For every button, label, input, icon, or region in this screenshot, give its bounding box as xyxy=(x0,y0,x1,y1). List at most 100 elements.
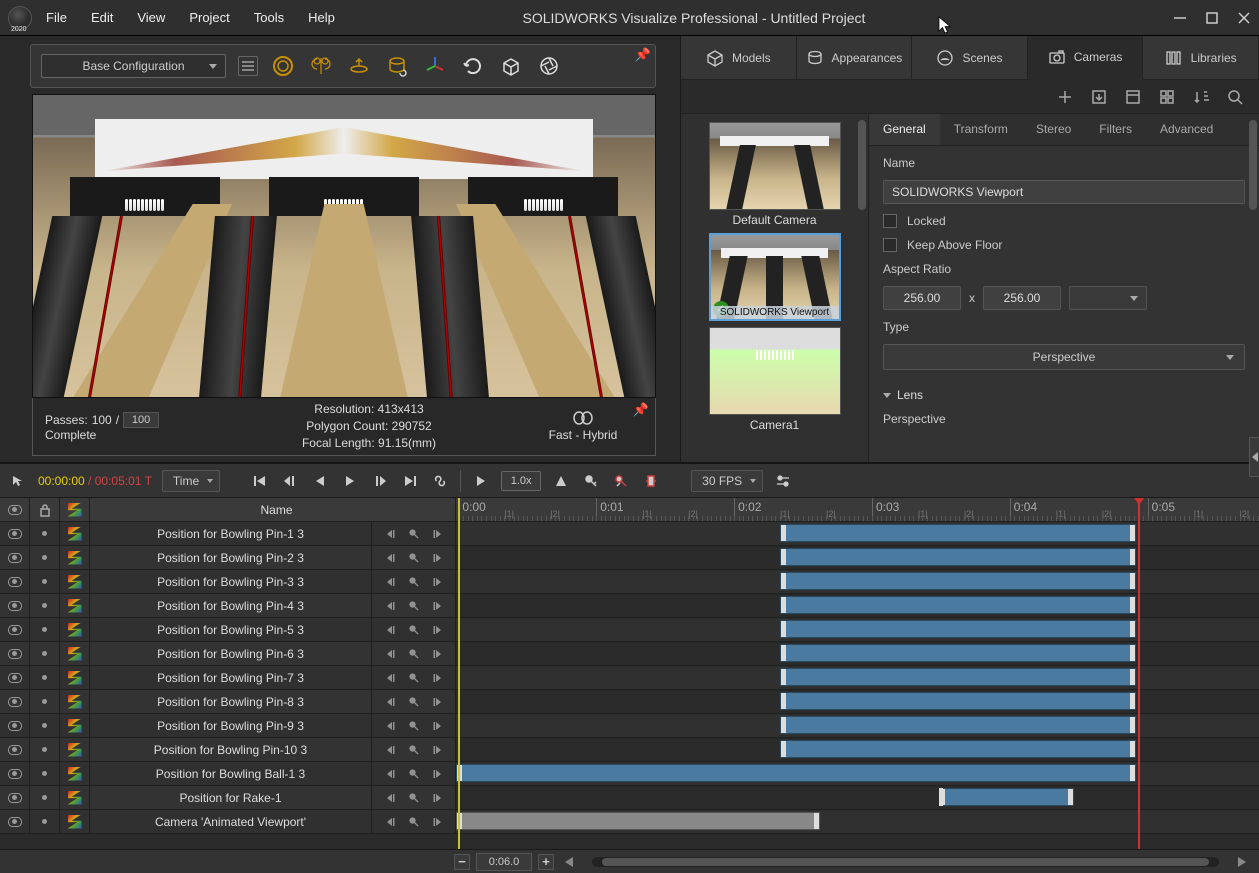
passes-total-input[interactable] xyxy=(123,412,159,428)
goto-end-icon[interactable] xyxy=(400,471,420,491)
tab-models[interactable]: Models xyxy=(681,36,797,79)
add-key-icon[interactable] xyxy=(406,622,422,638)
track-row[interactable]: Position for Rake-1 xyxy=(0,786,456,810)
name-input[interactable] xyxy=(883,180,1245,204)
track-row[interactable]: Position for Bowling Pin-4 3 xyxy=(0,594,456,618)
cylinder-refresh-icon[interactable] xyxy=(384,53,410,79)
refresh-icon[interactable] xyxy=(460,53,486,79)
track-row[interactable]: Position for Bowling Pin-6 3 xyxy=(0,642,456,666)
add-key-icon[interactable] xyxy=(406,574,422,590)
prev-key-icon[interactable] xyxy=(382,598,398,614)
camera-item-default[interactable]: Default Camera xyxy=(709,122,841,227)
render-quality-icon[interactable] xyxy=(572,411,594,425)
track-area[interactable]: 0:00|1||2|0:01|1||2|0:02|1||2|0:03|1||2|… xyxy=(456,498,1259,849)
minimize-icon[interactable] xyxy=(1173,11,1187,25)
fps-dropdown[interactable]: 30 FPS xyxy=(691,470,763,492)
start-marker[interactable] xyxy=(458,498,460,849)
prev-key-icon[interactable] xyxy=(382,574,398,590)
list-toggle-button[interactable] xyxy=(238,56,258,76)
tab-libraries[interactable]: Libraries xyxy=(1143,36,1259,79)
prev-key-icon[interactable] xyxy=(382,646,398,662)
volume-icon[interactable] xyxy=(551,471,571,491)
prev-key-icon[interactable] xyxy=(382,766,398,782)
next-key-icon[interactable] xyxy=(430,766,446,782)
axis-icon[interactable] xyxy=(422,53,448,79)
zoom-out-button[interactable]: − xyxy=(454,854,470,870)
tab-appearances[interactable]: Appearances xyxy=(797,36,913,79)
add-key-icon[interactable] xyxy=(406,766,422,782)
next-key-icon[interactable] xyxy=(430,670,446,686)
prop-tab-stereo[interactable]: Stereo xyxy=(1022,114,1085,145)
track-row[interactable]: Position for Bowling Ball-1 3 xyxy=(0,762,456,786)
add-key-icon[interactable] xyxy=(406,790,422,806)
brain-icon[interactable] xyxy=(308,53,334,79)
layout-single-icon[interactable] xyxy=(1125,89,1141,105)
next-key-icon[interactable] xyxy=(430,742,446,758)
camera-item-camera1[interactable]: Camera1 xyxy=(709,327,841,432)
loop-icon[interactable] xyxy=(430,471,450,491)
next-key-icon[interactable] xyxy=(430,598,446,614)
add-key-icon[interactable] xyxy=(406,718,422,734)
next-key-icon[interactable] xyxy=(430,790,446,806)
next-frame-icon[interactable] xyxy=(370,471,390,491)
track-row[interactable]: Position for Bowling Pin-8 3 xyxy=(0,690,456,714)
track-row[interactable]: Camera 'Animated Viewport' xyxy=(0,810,456,834)
next-key-icon[interactable] xyxy=(430,526,446,542)
next-key-icon[interactable] xyxy=(430,646,446,662)
search-icon[interactable] xyxy=(1227,89,1243,105)
playback-speed[interactable]: 1.0x xyxy=(501,471,541,491)
sort-icon[interactable] xyxy=(1193,89,1209,105)
aperture-icon[interactable] xyxy=(536,53,562,79)
next-key-icon[interactable] xyxy=(430,718,446,734)
add-icon[interactable] xyxy=(1057,89,1073,105)
prev-key-icon[interactable] xyxy=(382,814,398,830)
configuration-dropdown[interactable]: Base Configuration xyxy=(41,54,226,78)
pin-icon[interactable]: 📌 xyxy=(635,47,651,63)
key-icon[interactable] xyxy=(581,471,601,491)
type-dropdown[interactable]: Perspective xyxy=(883,344,1245,370)
menu-view[interactable]: View xyxy=(137,10,165,25)
track-row[interactable]: Position for Bowling Pin-7 3 xyxy=(0,666,456,690)
layout-grid-icon[interactable] xyxy=(1159,89,1175,105)
track-row[interactable]: Position for Bowling Pin-2 3 xyxy=(0,546,456,570)
add-key-icon[interactable] xyxy=(406,670,422,686)
next-key-icon[interactable] xyxy=(430,814,446,830)
horizontal-scrollbar[interactable] xyxy=(592,857,1219,867)
settings-icon[interactable] xyxy=(773,471,793,491)
tab-scenes[interactable]: Scenes xyxy=(912,36,1028,79)
render-mode-icon[interactable] xyxy=(270,53,296,79)
tab-cameras[interactable]: Cameras xyxy=(1028,36,1144,80)
track-row[interactable]: Position for Bowling Pin-5 3 xyxy=(0,618,456,642)
prev-frame-icon[interactable] xyxy=(280,471,300,491)
scrollbar[interactable] xyxy=(1249,120,1257,210)
camera-item-viewport[interactable]: ✓ SOLIDWORKS Viewport xyxy=(709,233,841,321)
track-row[interactable]: Position for Bowling Pin-9 3 xyxy=(0,714,456,738)
next-key-icon[interactable] xyxy=(430,550,446,566)
time-mode-dropdown[interactable]: Time xyxy=(162,470,220,492)
header-motion-icon[interactable] xyxy=(60,498,90,521)
header-lock-icon[interactable] xyxy=(30,498,60,521)
aspect-height-input[interactable] xyxy=(983,286,1061,310)
scrollbar[interactable] xyxy=(858,120,866,210)
prev-key-icon[interactable] xyxy=(382,670,398,686)
keep-above-checkbox[interactable] xyxy=(883,238,897,252)
prop-tab-filters[interactable]: Filters xyxy=(1085,114,1146,145)
zoom-in-button[interactable]: + xyxy=(538,854,554,870)
next-key-icon[interactable] xyxy=(430,622,446,638)
side-panel-expand[interactable] xyxy=(1249,437,1259,477)
add-key-icon[interactable] xyxy=(406,550,422,566)
prev-key-icon[interactable] xyxy=(382,790,398,806)
track-row[interactable]: Position for Bowling Pin-10 3 xyxy=(0,738,456,762)
pin-icon[interactable]: 📌 xyxy=(633,402,649,418)
snap-icon[interactable] xyxy=(641,471,661,491)
header-visible-icon[interactable] xyxy=(0,498,30,521)
prev-key-icon[interactable] xyxy=(382,622,398,638)
menu-file[interactable]: File xyxy=(46,10,67,25)
aspect-width-input[interactable] xyxy=(883,286,961,310)
playhead[interactable] xyxy=(1138,498,1140,849)
prev-key-icon[interactable] xyxy=(382,550,398,566)
import-icon[interactable] xyxy=(1091,89,1107,105)
track-row[interactable]: Position for Bowling Pin-3 3 xyxy=(0,570,456,594)
selection-tool-icon[interactable] xyxy=(8,471,28,491)
lens-section-header[interactable]: Lens xyxy=(883,388,1245,402)
